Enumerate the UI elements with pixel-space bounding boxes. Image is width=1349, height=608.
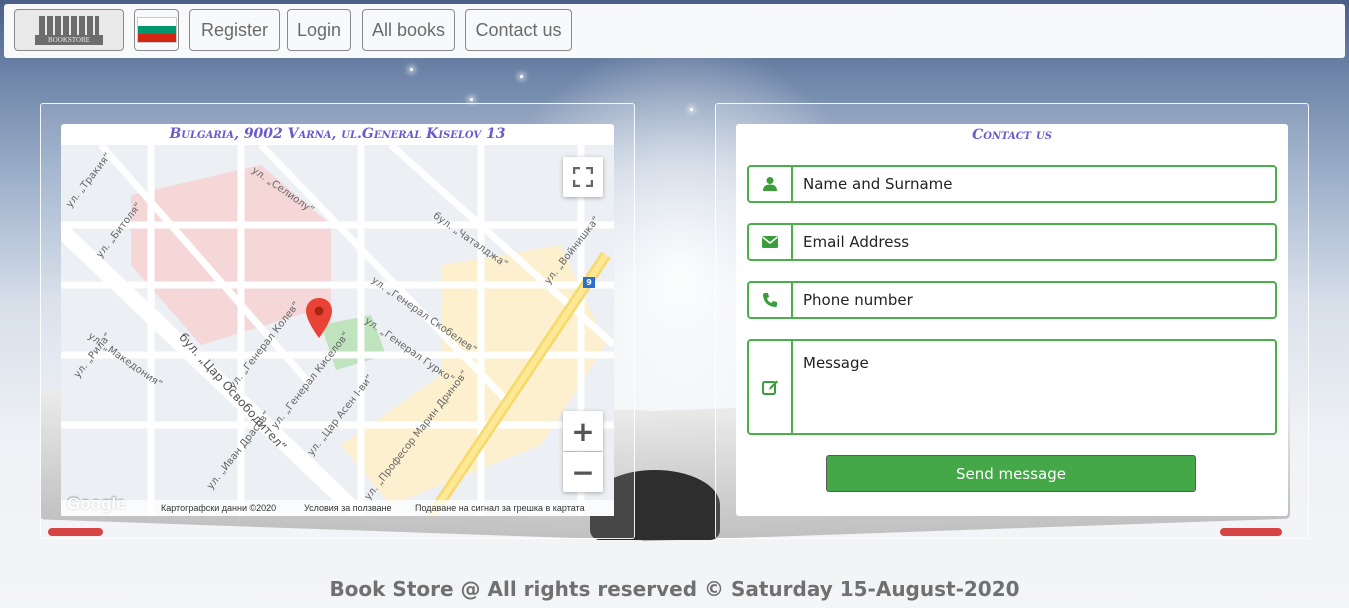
background-star (410, 68, 413, 71)
address-title: Bulgaria, 9002 Varna, ul.General Kiselov… (169, 126, 506, 142)
name-field: Name and Surname (747, 165, 1277, 203)
bookstore-logo: BOOKSTORE (33, 14, 105, 46)
map-terms-link[interactable]: Условия за ползване (304, 503, 392, 513)
contact-panel: Contact us Name and Surname Email Addres… (715, 103, 1309, 539)
phone-input[interactable]: Phone number (793, 283, 1275, 317)
page-footer: Book Store @ All rights reserved © Satur… (329, 577, 1020, 601)
user-icon (749, 167, 793, 201)
send-message-button[interactable]: Send message (826, 455, 1196, 492)
fullscreen-icon (573, 167, 593, 187)
flag-stripe-red (137, 34, 176, 42)
flag-stripe-green (137, 26, 176, 34)
email-input[interactable]: Email Address (793, 225, 1275, 259)
contact-title: Contact us (972, 127, 1052, 143)
google-map[interactable]: бул. „Цар Освободител“ ул. „Генерал Коле… (61, 145, 614, 516)
map-fullscreen-button[interactable] (563, 157, 603, 197)
map-canvas (61, 145, 614, 516)
logo-text: BOOKSTORE (35, 35, 103, 45)
phone-icon (749, 283, 793, 317)
email-field: Email Address (747, 223, 1277, 261)
nav-contact-us-button[interactable]: Contact us (465, 9, 572, 51)
background-star (690, 108, 693, 111)
map-zoom-in-button[interactable]: + (563, 411, 603, 451)
map-report-error-link[interactable]: Подаване на сигнал за грешка в картата (415, 503, 585, 513)
logo-books-graphic (39, 16, 99, 36)
bulgarian-flag-icon (136, 17, 177, 43)
map-location-marker-icon[interactable] (306, 298, 332, 338)
contact-card: Contact us Name and Surname Email Addres… (736, 124, 1288, 516)
logo-button[interactable]: BOOKSTORE (14, 9, 124, 51)
message-textarea[interactable]: Message (793, 341, 1275, 433)
nav-login-button[interactable]: Login (287, 9, 351, 51)
flag-stripe-white (137, 18, 176, 26)
background-star (470, 98, 473, 101)
map-footer-bar: Картографски данни ©2020 Условия за полз… (61, 500, 614, 516)
nav-register-button[interactable]: Register (189, 9, 280, 51)
map-card: Bulgaria, 9002 Varna, ul.General Kiselov… (61, 124, 614, 516)
map-data-attribution: Картографски данни ©2020 (161, 503, 277, 513)
nav-all-books-button[interactable]: All books (362, 9, 455, 51)
language-flag-button[interactable] (134, 9, 179, 51)
background-star (520, 75, 523, 78)
envelope-icon (749, 225, 793, 259)
phone-field: Phone number (747, 281, 1277, 319)
edit-icon (749, 341, 793, 433)
route-badge: 9 (586, 278, 592, 287)
map-panel: Bulgaria, 9002 Varna, ul.General Kiselov… (40, 103, 635, 539)
map-zoom-out-button[interactable]: − (563, 452, 603, 492)
message-field: Message (747, 339, 1277, 435)
top-navbar: BOOKSTORE Register Login All books Conta… (4, 4, 1345, 58)
name-input[interactable]: Name and Surname (793, 167, 1275, 201)
